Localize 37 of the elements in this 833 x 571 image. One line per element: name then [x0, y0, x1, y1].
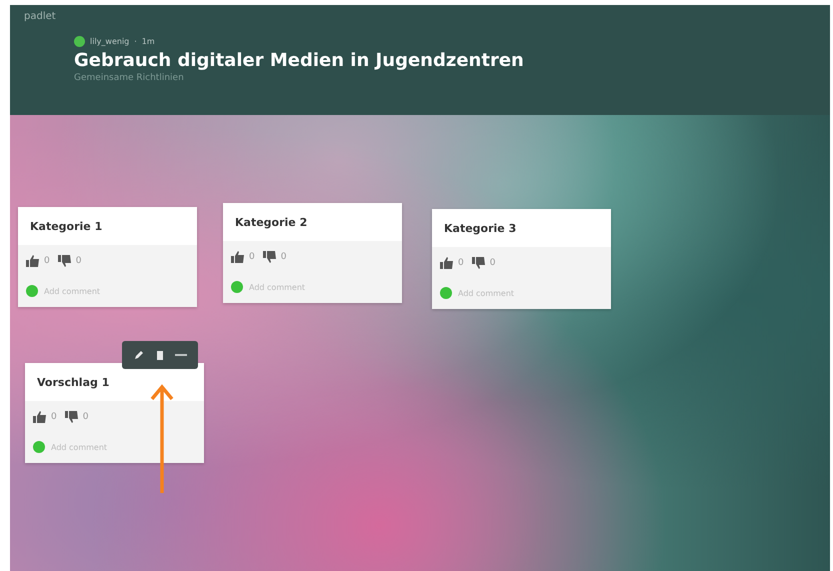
post-card[interactable]: Kategorie 2 0 0 Add comment — [223, 203, 402, 303]
post-card[interactable]: Kategorie 3 0 0 Add comment — [432, 209, 611, 309]
like-count: 0 — [249, 252, 255, 262]
dislike-count: 0 — [280, 252, 286, 262]
post-card[interactable]: Kategorie 1 0 0 Add comment — [18, 207, 197, 307]
post-card[interactable]: Vorschlag 1 0 0 Add comment — [25, 363, 204, 463]
comment-field[interactable]: Add comment — [44, 286, 164, 296]
thumbs-down-icon[interactable] — [64, 411, 79, 423]
post-title: Kategorie 1 — [18, 207, 197, 245]
separator-dot: · — [134, 37, 137, 46]
thumbs-down-icon[interactable] — [58, 255, 72, 267]
post-time: 1m — [142, 37, 155, 46]
edit-icon[interactable] — [133, 349, 145, 361]
post-title: Kategorie 3 — [432, 209, 611, 247]
thumbs-down-icon[interactable] — [472, 257, 486, 269]
board-subtitle: Gemeinsame Richtlinien — [74, 73, 184, 83]
thumbs-up-icon[interactable] — [33, 411, 47, 423]
board-title: Gebrauch digitaler Medien in Jugendzentren — [74, 50, 524, 71]
thumbs-up-icon[interactable] — [26, 255, 40, 267]
comment-field[interactable]: Add comment — [249, 282, 369, 292]
dislike-count: 0 — [76, 256, 82, 266]
thumbs-up-icon[interactable] — [440, 257, 454, 269]
post-title: Kategorie 2 — [223, 203, 402, 241]
dislike-count: 0 — [82, 412, 88, 422]
like-count: 0 — [458, 258, 464, 268]
author-name: lily_wenig — [90, 37, 130, 46]
like-count: 0 — [44, 256, 50, 266]
thumbs-down-icon[interactable] — [262, 251, 277, 263]
dislike-count: 0 — [490, 258, 496, 268]
post-title: Vorschlag 1 — [25, 363, 204, 401]
more-icon[interactable] — [175, 353, 187, 357]
logo-text: padlet — [24, 11, 56, 22]
like-count: 0 — [51, 412, 57, 422]
thumbs-up-icon[interactable] — [231, 251, 245, 263]
comment-field[interactable]: Add comment — [458, 288, 578, 298]
avatar-icon — [74, 36, 85, 47]
comment-field[interactable]: Add comment — [51, 442, 171, 452]
